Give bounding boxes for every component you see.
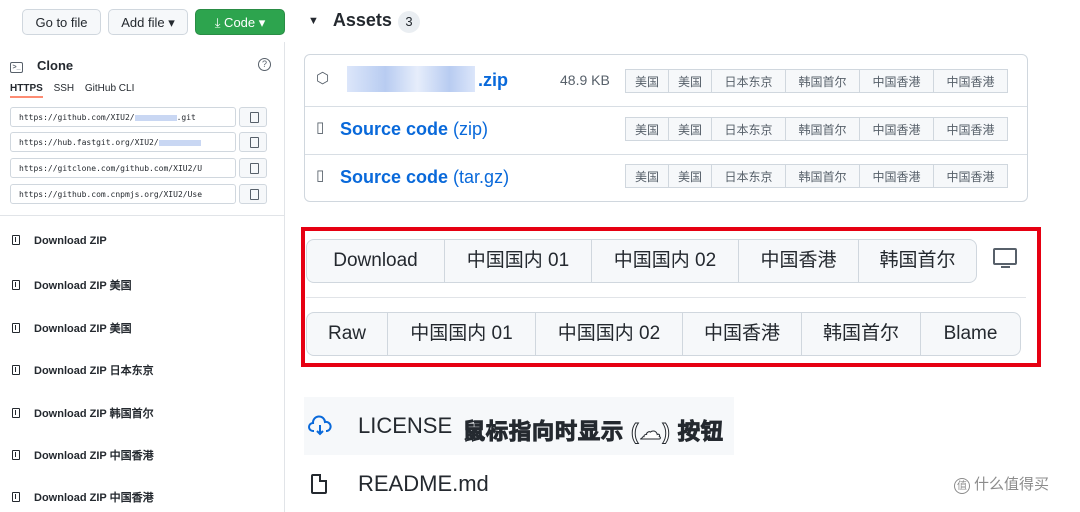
divider (0, 215, 284, 216)
mirror-button-hongkong[interactable]: 中国香港 (859, 164, 934, 188)
desktop-icon[interactable] (993, 248, 1017, 268)
download-button[interactable]: Download (307, 240, 444, 282)
file-download-button-group: Download 中国国内 01 中国国内 02 中国香港 韩国首尔 (306, 239, 977, 283)
redacted-text (158, 139, 201, 146)
mirror-buttons: 美国 美国 日本东京 韩国首尔 中国香港 中国香港 (625, 117, 1008, 141)
triangle-down-icon: ▼ (308, 15, 319, 27)
file-zip-icon (12, 365, 20, 375)
mirror-button-hongkong[interactable]: 中国香港 (933, 164, 1008, 188)
copy-button[interactable] (239, 132, 267, 152)
mirror-button-hongkong[interactable]: 中国香港 (859, 69, 934, 93)
asset-link-zip[interactable]: .zip (478, 70, 508, 91)
download-zip-link[interactable]: Download ZIP 美国 (12, 320, 132, 336)
mirror-button-us[interactable]: 美国 (625, 117, 669, 141)
mirror-buttons: 美国 美国 日本东京 韩国首尔 中国香港 中国香港 (625, 164, 1008, 188)
mirror-seoul-button[interactable]: 韩国首尔 (858, 240, 976, 282)
mirror-button-seoul[interactable]: 韩国首尔 (785, 117, 860, 141)
mirror-hongkong-button[interactable]: 中国香港 (738, 240, 858, 282)
asset-link-source-targz[interactable]: Source code (tar.gz) (340, 167, 509, 188)
mirror-button-us[interactable]: 美国 (668, 117, 712, 141)
download-zip-link[interactable]: Download ZIP (12, 235, 107, 247)
file-zip-icon: ▯ (316, 167, 325, 184)
cloud-download-icon[interactable] (308, 414, 332, 438)
assets-title: Assets (332, 10, 392, 30)
redacted-filename (347, 66, 475, 92)
mirror-button-tokyo[interactable]: 日本东京 (711, 69, 786, 93)
mirror-button-seoul[interactable]: 韩国首尔 (785, 164, 860, 188)
watermark: 值什么值得买 (954, 473, 1049, 494)
redacted-text (134, 114, 177, 121)
mirror-cn-02-button[interactable]: 中国国内 02 (591, 240, 738, 282)
asset-link-source-zip[interactable]: Source code (zip) (340, 119, 488, 140)
mirror-hongkong-button[interactable]: 中国香港 (682, 313, 801, 355)
mirror-button-us[interactable]: 美国 (668, 69, 712, 93)
mirror-buttons: 美国 美国 日本东京 韩国首尔 中国香港 中国香港 (625, 69, 1008, 93)
file-zip-icon (12, 450, 20, 460)
clipboard-icon (250, 189, 259, 200)
download-zip-link[interactable]: Download ZIP 美国 (12, 277, 132, 293)
tab-github-cli[interactable]: GitHub CLI (85, 83, 134, 94)
clone-url-field[interactable]: https://github.com.cnpmjs.org/XIU2/Use (10, 184, 236, 204)
row-divider (305, 106, 1027, 107)
add-file-button[interactable]: Add file ▾ (108, 9, 188, 35)
file-name-readme[interactable]: README.md (358, 471, 489, 497)
raw-button[interactable]: Raw (307, 313, 387, 355)
clone-url-field[interactable]: https://github.com/XIU2/.git (10, 107, 236, 127)
file-icon (311, 474, 327, 494)
watermark-logo-icon: 值 (954, 478, 970, 494)
file-raw-button-group: Raw 中国国内 01 中国国内 02 中国香港 韩国首尔 Blame (306, 312, 1021, 356)
package-icon: ⬡ (316, 70, 330, 87)
assets-header[interactable]: ▼ Assets 3 (308, 10, 420, 33)
mirror-button-hongkong[interactable]: 中国香港 (859, 117, 934, 141)
file-zip-icon: ▯ (316, 119, 325, 136)
clone-header: >_ Clone (10, 58, 73, 73)
divider (306, 297, 1026, 298)
blame-button[interactable]: Blame (920, 313, 1020, 355)
mirror-button-tokyo[interactable]: 日本东京 (711, 164, 786, 188)
file-zip-icon (12, 235, 20, 245)
file-name-license[interactable]: LICENSE (358, 413, 452, 439)
copy-button[interactable] (239, 158, 267, 178)
assets-count-badge: 3 (397, 11, 420, 33)
help-icon[interactable]: ? (258, 58, 271, 71)
mirror-button-hongkong[interactable]: 中国香港 (933, 117, 1008, 141)
annotation-text: 鼠标指向时显示 (☁) 按钮 (463, 419, 724, 445)
tab-https[interactable]: HTTPS (10, 83, 43, 98)
mirror-cn-01-button[interactable]: 中国国内 01 (387, 313, 535, 355)
row-divider (305, 154, 1027, 155)
mirror-button-hongkong[interactable]: 中国香港 (933, 69, 1008, 93)
copy-button[interactable] (239, 107, 267, 127)
clone-tabs: HTTPS SSH GitHub CLI (10, 83, 142, 98)
clipboard-icon (250, 137, 259, 148)
file-zip-icon (12, 323, 20, 333)
download-zip-link[interactable]: Download ZIP 韩国首尔 (12, 405, 154, 421)
clone-title: Clone (37, 58, 74, 73)
mirror-button-us[interactable]: 美国 (625, 69, 669, 93)
terminal-icon: >_ (10, 62, 23, 73)
clone-url-field[interactable]: https://hub.fastgit.org/XIU2/ (10, 132, 236, 152)
mirror-cn-02-button[interactable]: 中国国内 02 (535, 313, 682, 355)
mirror-cn-01-button[interactable]: 中国国内 01 (444, 240, 591, 282)
asset-size: 48.9 KB (560, 72, 610, 88)
download-zip-link[interactable]: Download ZIP 日本东京 (12, 362, 154, 378)
mirror-button-tokyo[interactable]: 日本东京 (711, 117, 786, 141)
file-zip-icon (12, 280, 20, 290)
clipboard-icon (250, 112, 259, 123)
clone-url-field[interactable]: https://gitclone.com/github.com/XIU2/U (10, 158, 236, 178)
file-zip-icon (12, 492, 20, 502)
mirror-button-seoul[interactable]: 韩国首尔 (785, 69, 860, 93)
tab-ssh[interactable]: SSH (54, 83, 75, 94)
code-button[interactable]: ⤓ Code ▾ (195, 9, 285, 35)
go-to-file-button[interactable]: Go to file (22, 9, 101, 35)
clipboard-icon (250, 163, 259, 174)
file-zip-icon (12, 408, 20, 418)
mirror-button-us[interactable]: 美国 (625, 164, 669, 188)
download-zip-link[interactable]: Download ZIP 中国香港 (12, 447, 154, 463)
mirror-seoul-button[interactable]: 韩国首尔 (801, 313, 920, 355)
download-zip-link[interactable]: Download ZIP 中国香港 (12, 489, 154, 505)
copy-button[interactable] (239, 184, 267, 204)
mirror-button-us[interactable]: 美国 (668, 164, 712, 188)
